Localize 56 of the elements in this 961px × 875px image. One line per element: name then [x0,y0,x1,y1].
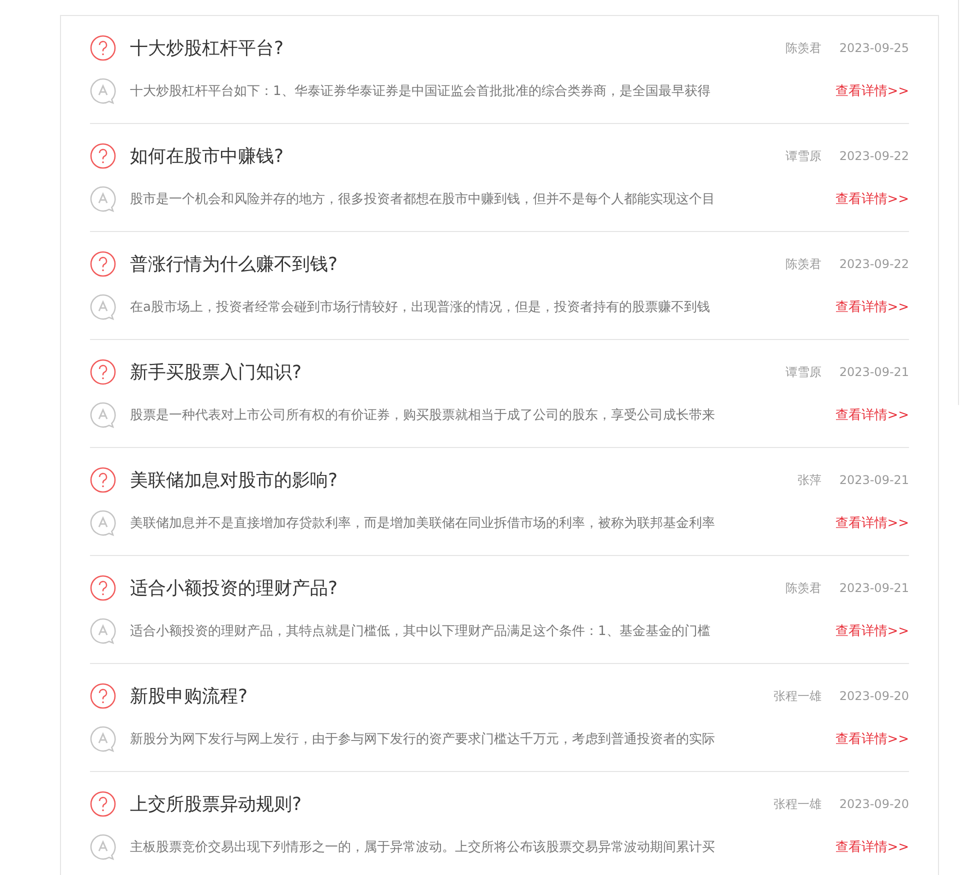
question-icon [90,791,116,817]
answer-icon [90,618,116,644]
answer-excerpt: 在a股市场上，投资者经常会碰到市场行情较好，出现普涨的情况，但是，投资者持有的股票赚不到钱 [130,298,711,316]
view-details-link[interactable]: 查看详情>> [835,298,910,316]
post-date: 2023-09-20 [839,797,910,811]
author-name: 陈羡君 [785,580,822,596]
view-details-link[interactable]: 查看详情>> [835,622,910,640]
view-details-link[interactable]: 查看详情>> [835,406,910,424]
view-details-link[interactable]: 查看详情>> [835,514,910,532]
post-date: 2023-09-21 [839,581,910,595]
question-title[interactable]: 上交所股票异动规则? [130,792,774,816]
view-details-link[interactable]: 查看详情>> [835,838,910,856]
question-title[interactable]: 新手买股票入门知识? [130,360,786,384]
answer-excerpt: 十大炒股杠杆平台如下：1、华泰证券华泰证券是中国证监会首批批准的综合类券商，是全国最早获得 [130,83,712,100]
author-name: 陈羡君 [785,256,822,272]
question-icon [90,35,116,61]
post-date: 2023-09-21 [839,473,910,487]
question-title[interactable]: 美联储加息对股市的影响? [130,468,798,492]
question-icon [90,359,116,385]
view-details-link[interactable]: 查看详情>> [835,82,910,100]
answer-icon [90,834,116,860]
post-date: 2023-09-22 [839,257,910,271]
author-name: 张萍 [797,472,822,488]
answer-icon [90,294,116,320]
answer-icon [90,726,116,752]
question-icon [90,143,116,169]
view-details-link[interactable]: 查看详情>> [835,190,910,208]
post-date: 2023-09-22 [839,149,910,163]
author-name: 谭雪原 [785,364,822,380]
answer-excerpt: 美联储加息并不是直接增加存贷款利率，而是增加美联储在同业拆借市场的利率，被称为联邦基金利率 [130,515,716,532]
question-icon [90,683,116,709]
answer-icon [90,78,116,104]
question-icon [90,251,116,277]
answer-excerpt: 股市是一个机会和风险并存的地方，很多投资者都想在股市中赚到钱，但并不是每个人都能实现这个目 [130,191,716,208]
post-date: 2023-09-21 [839,365,910,379]
answer-excerpt: 适合小额投资的理财产品，其特点就是门槛低，其中以下理财产品满足这个条件：1、基金基金的门槛 [130,623,712,640]
author-name: 陈羡君 [785,40,822,56]
post-date: 2023-09-20 [839,689,910,703]
answer-icon [90,402,116,428]
author-name: 张程一雄 [773,796,822,812]
answer-excerpt: 新股分为网下发行与网上发行，由于参与网下发行的资产要求门槛达千万元，考虑到普通投资者的实际 [130,730,716,748]
answer-excerpt: 股票是一种代表对上市公司所有权的有价证券，购买股票就相当于成了公司的股东，享受公司成长带来 [130,407,716,424]
answer-icon [90,186,116,212]
view-details-link[interactable]: 查看详情>> [835,730,910,748]
answer-icon [90,510,116,536]
question-title[interactable]: 普涨行情为什么赚不到钱? [130,252,786,276]
answer-excerpt: 主板股票竞价交易出现下列情形之一的，属于异常波动。上交所将公布该股票交易异常波动期间累计买 [130,839,716,856]
author-name: 谭雪原 [785,148,822,164]
question-title[interactable]: 如何在股市中赚钱? [130,144,786,168]
question-title[interactable]: 十大炒股杠杆平台? [130,36,786,60]
question-icon [90,467,116,493]
question-title[interactable]: 适合小额投资的理财产品? [130,576,786,600]
post-date: 2023-09-25 [839,41,910,55]
question-icon [90,575,116,601]
author-name: 张程一雄 [773,688,822,704]
question-title[interactable]: 新股申购流程? [130,684,774,708]
